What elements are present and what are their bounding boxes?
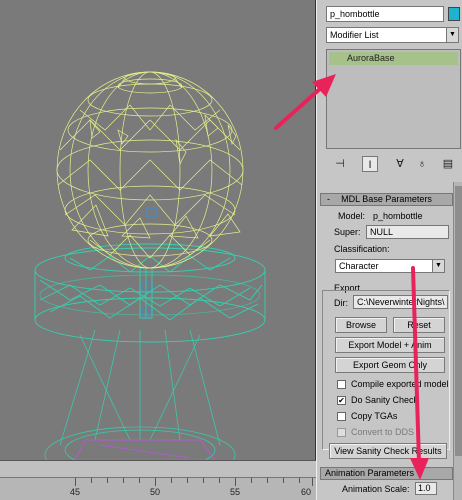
rollout-title: MDL Base Parameters bbox=[341, 194, 432, 204]
remove-modifier-icon[interactable]: ♁ bbox=[414, 156, 430, 172]
animation-scale-label: Animation Scale: bbox=[342, 484, 410, 494]
rollout-mdl-base-parameters[interactable]: - MDL Base Parameters bbox=[320, 193, 453, 206]
timeline-tick-label: 45 bbox=[69, 487, 80, 497]
stack-toolbar: ⊣ I ∀ ♁ ▤ bbox=[326, 154, 461, 174]
scrollbar-thumb[interactable] bbox=[455, 186, 462, 456]
do-sanity-check-checkbox[interactable]: ✔ bbox=[337, 396, 346, 405]
wireframe-model bbox=[34, 71, 266, 460]
super-field[interactable]: NULL bbox=[366, 225, 449, 239]
copy-tgas-label: Copy TGAs bbox=[351, 411, 398, 421]
panel-scrollbar[interactable] bbox=[453, 182, 462, 500]
modifier-list-label: Modifier List bbox=[330, 30, 379, 40]
stack-item-aurorabase[interactable]: AuroraBase bbox=[329, 52, 458, 65]
model-value: p_hombottle bbox=[373, 211, 423, 221]
dir-label: Dir: bbox=[334, 298, 348, 308]
convert-to-dds-checkbox[interactable] bbox=[337, 428, 346, 437]
show-end-result-icon[interactable]: I bbox=[362, 156, 378, 172]
modifier-stack[interactable]: AuroraBase bbox=[326, 49, 461, 149]
do-sanity-check-label: Do Sanity Check bbox=[351, 395, 419, 405]
timeline-tick-label: 60 bbox=[300, 487, 311, 497]
make-unique-icon[interactable]: ∀ bbox=[392, 156, 408, 172]
timeline[interactable]: 45 50 55 60 bbox=[0, 460, 316, 500]
rollout-animation-parameters[interactable]: Animation Parameters bbox=[320, 467, 453, 480]
export-model-anim-button[interactable]: Export Model + Anim bbox=[335, 337, 445, 353]
super-label: Super: bbox=[334, 227, 361, 237]
perspective-viewport[interactable] bbox=[0, 0, 316, 460]
classification-value: Character bbox=[339, 261, 379, 271]
reset-button[interactable]: Reset bbox=[393, 317, 445, 333]
configure-modifier-sets-icon[interactable]: ▤ bbox=[440, 156, 456, 172]
timeline-tick-label: 55 bbox=[229, 487, 240, 497]
animation-scale-field[interactable]: 1.0 bbox=[415, 482, 437, 495]
object-name-field[interactable]: p_hombottle bbox=[326, 6, 444, 22]
browse-button[interactable]: Browse bbox=[335, 317, 387, 333]
rollout-scroll-area[interactable]: - MDL Base Parameters Model: p_hombottle … bbox=[320, 182, 453, 500]
compile-exported-model-checkbox[interactable] bbox=[337, 380, 346, 389]
time-slider-track[interactable] bbox=[0, 461, 316, 478]
convert-to-dds-label: Convert to DDS bbox=[351, 427, 415, 437]
export-dir-field[interactable]: C:\NeverwinterNights\ bbox=[353, 295, 448, 309]
modifier-list-dropdown[interactable]: Modifier List ▼ bbox=[326, 27, 459, 43]
timeline-tick-label: 50 bbox=[149, 487, 160, 497]
classification-dropdown[interactable]: Character ▼ bbox=[335, 259, 445, 273]
stack-item-label: AuroraBase bbox=[347, 53, 395, 63]
chevron-down-icon[interactable]: ▼ bbox=[446, 28, 458, 42]
chevron-down-icon[interactable]: ▼ bbox=[432, 260, 444, 272]
classification-label: Classification: bbox=[334, 244, 390, 254]
export-geom-only-button[interactable]: Export Geom Only bbox=[335, 357, 445, 373]
compile-exported-model-label: Compile exported model bbox=[351, 379, 449, 389]
view-sanity-check-results-button[interactable]: View Sanity Check Results bbox=[329, 443, 447, 459]
pin-stack-icon[interactable]: ⊣ bbox=[332, 156, 348, 172]
copy-tgas-checkbox[interactable] bbox=[337, 412, 346, 421]
modify-command-panel: p_hombottle Modifier List ▼ AuroraBase ⊣… bbox=[316, 0, 462, 500]
object-color-swatch[interactable] bbox=[448, 7, 460, 21]
rollout-title: Animation Parameters bbox=[325, 468, 415, 478]
model-label: Model: bbox=[338, 211, 366, 221]
